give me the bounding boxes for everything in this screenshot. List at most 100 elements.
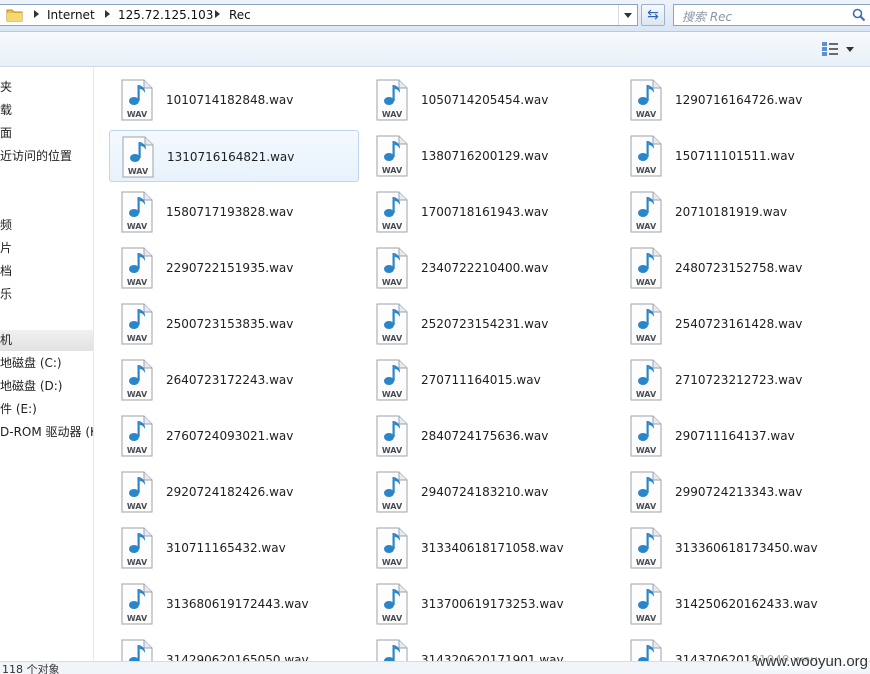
- nav-item[interactable]: 地磁盘 (D:): [0, 376, 62, 397]
- breadcrumb-separator-icon[interactable]: [215, 10, 220, 18]
- file-item[interactable]: WAV 2640723172243.wav: [109, 354, 359, 406]
- file-item[interactable]: WAV 2990724213343.wav: [618, 466, 868, 518]
- nav-item[interactable]: 片: [0, 238, 12, 259]
- file-name: 2520723154231.wav: [421, 317, 549, 331]
- file-item[interactable]: WAV 2540723161428.wav: [618, 298, 868, 350]
- wav-icon-label: WAV: [382, 558, 403, 567]
- wav-file-icon: WAV: [630, 247, 662, 289]
- nav-item[interactable]: 机: [0, 330, 93, 351]
- file-item[interactable]: WAV 2940724183210.wav: [364, 466, 614, 518]
- wav-icon-label: WAV: [127, 278, 148, 287]
- breadcrumb-rec[interactable]: Rec: [229, 8, 251, 22]
- file-item[interactable]: WAV 2760724093021.wav: [109, 410, 359, 462]
- wav-icon-label: WAV: [127, 614, 148, 623]
- nav-item[interactable]: 载: [0, 100, 12, 121]
- file-item[interactable]: WAV 290711164137.wav: [618, 410, 868, 462]
- file-item[interactable]: WAV 1010714182848.wav: [109, 74, 359, 126]
- nav-item[interactable]: 频: [0, 215, 12, 236]
- file-item[interactable]: WAV 1580717193828.wav: [109, 186, 359, 238]
- file-item[interactable]: WAV 150711101511.wav: [618, 130, 868, 182]
- wav-icon-label: WAV: [382, 334, 403, 343]
- file-item[interactable]: WAV 2340722210400.wav: [364, 242, 614, 294]
- search-placeholder: 搜索 Rec: [682, 10, 733, 24]
- file-item[interactable]: WAV 2290722151935.wav: [109, 242, 359, 294]
- wav-file-icon: WAV: [121, 527, 153, 569]
- file-name: 1700718161943.wav: [421, 205, 549, 219]
- file-item[interactable]: WAV 1050714205454.wav: [364, 74, 614, 126]
- wav-file-icon: WAV: [121, 639, 153, 661]
- wav-icon-label: WAV: [636, 614, 657, 623]
- file-item[interactable]: WAV 313680619172443.wav: [109, 578, 359, 630]
- nav-item[interactable]: 近访问的位置: [0, 146, 72, 167]
- wav-icon-label: WAV: [636, 222, 657, 231]
- file-name: 20710181919.wav: [675, 205, 788, 219]
- file-item[interactable]: WAV 2710723212723.wav: [618, 354, 868, 406]
- wav-file-icon: WAV: [630, 79, 662, 121]
- file-name: 2760724093021.wav: [166, 429, 294, 443]
- wav-icon-label: WAV: [382, 110, 403, 119]
- nav-item[interactable]: 面: [0, 123, 12, 144]
- nav-item[interactable]: D-ROM 驱动器 (K: [0, 422, 93, 443]
- file-item[interactable]: WAV 1290716164726.wav: [618, 74, 868, 126]
- file-name: 313700619173253.wav: [421, 597, 564, 611]
- file-item[interactable]: WAV 314320620171901.wav: [364, 634, 614, 661]
- file-name: 313360618173450.wav: [675, 541, 818, 555]
- file-name: 314250620162433.wav: [675, 597, 818, 611]
- view-options-dropdown-icon[interactable]: [846, 47, 854, 52]
- wav-icon-label: WAV: [382, 278, 403, 287]
- address-history-dropdown[interactable]: [618, 5, 638, 25]
- file-item[interactable]: WAV 2480723152758.wav: [618, 242, 868, 294]
- file-item[interactable]: WAV 20710181919.wav: [618, 186, 868, 238]
- breadcrumb-separator-icon[interactable]: [34, 10, 39, 18]
- wav-icon-label: WAV: [127, 446, 148, 455]
- address-bar[interactable]: Internet 125.72.125.103 Rec: [0, 4, 638, 26]
- file-item[interactable]: WAV 314250620162433.wav: [618, 578, 868, 630]
- wav-icon-label: WAV: [127, 390, 148, 399]
- breadcrumb-internet[interactable]: Internet: [47, 8, 95, 22]
- folder-icon: [6, 9, 23, 22]
- file-item[interactable]: WAV 1700718161943.wav: [364, 186, 614, 238]
- wav-file-icon: WAV: [122, 136, 154, 178]
- nav-item[interactable]: 乐: [0, 284, 12, 305]
- navigation-pane: 夹载面近访问的位置频片档乐机地磁盘 (C:) 地磁盘 (D:) 件 (E:) D-RO…: [0, 67, 94, 661]
- file-item[interactable]: WAV 2520723154231.wav: [364, 298, 614, 350]
- file-item[interactable]: WAV 310711165432.wav: [109, 522, 359, 574]
- nav-item[interactable]: 地磁盘 (C:): [0, 353, 62, 374]
- status-bar: 118 个对象: [0, 661, 870, 674]
- change-view-icon[interactable]: [821, 41, 839, 57]
- wav-icon-label: WAV: [636, 558, 657, 567]
- file-name: 313680619172443.wav: [166, 597, 309, 611]
- breadcrumb-separator-icon[interactable]: [105, 10, 110, 18]
- watermark: www.wooyun.org: [754, 653, 868, 670]
- wav-file-icon: WAV: [376, 359, 408, 401]
- wav-icon-label: WAV: [636, 278, 657, 287]
- wav-file-icon: WAV: [376, 415, 408, 457]
- nav-item[interactable]: 档: [0, 261, 12, 282]
- address-bar-region: Internet 125.72.125.103 Rec ⇆ 搜索 Rec: [0, 0, 870, 32]
- wav-icon-label: WAV: [382, 390, 403, 399]
- file-item[interactable]: WAV 2840724175636.wav: [364, 410, 614, 462]
- file-item[interactable]: WAV 1380716200129.wav: [364, 130, 614, 182]
- wav-file-icon: WAV: [630, 583, 662, 625]
- file-item[interactable]: WAV 313700619173253.wav: [364, 578, 614, 630]
- wav-file-icon: WAV: [376, 135, 408, 177]
- file-name: 2500723153835.wav: [166, 317, 294, 331]
- file-item[interactable]: WAV 270711164015.wav: [364, 354, 614, 406]
- nav-item[interactable]: 夹: [0, 77, 12, 98]
- file-name: 310711165432.wav: [166, 541, 286, 555]
- nav-item[interactable]: 件 (E:): [0, 399, 37, 420]
- file-item[interactable]: WAV 2500723153835.wav: [109, 298, 359, 350]
- refresh-button[interactable]: ⇆: [641, 4, 665, 26]
- breadcrumb-host[interactable]: 125.72.125.103: [118, 8, 213, 22]
- search-icon[interactable]: [852, 8, 866, 22]
- search-box[interactable]: 搜索 Rec: [673, 4, 870, 26]
- file-item[interactable]: WAV 314290620165050.wav: [109, 634, 359, 661]
- wav-icon-label: WAV: [127, 558, 148, 567]
- file-item[interactable]: WAV 1310716164821.wav: [109, 130, 359, 182]
- file-item[interactable]: WAV 313340618171058.wav: [364, 522, 614, 574]
- wav-file-icon: WAV: [121, 247, 153, 289]
- file-item[interactable]: WAV 313360618173450.wav: [618, 522, 868, 574]
- wav-file-icon: WAV: [376, 583, 408, 625]
- file-item[interactable]: WAV 2920724182426.wav: [109, 466, 359, 518]
- wav-icon-label: WAV: [382, 502, 403, 511]
